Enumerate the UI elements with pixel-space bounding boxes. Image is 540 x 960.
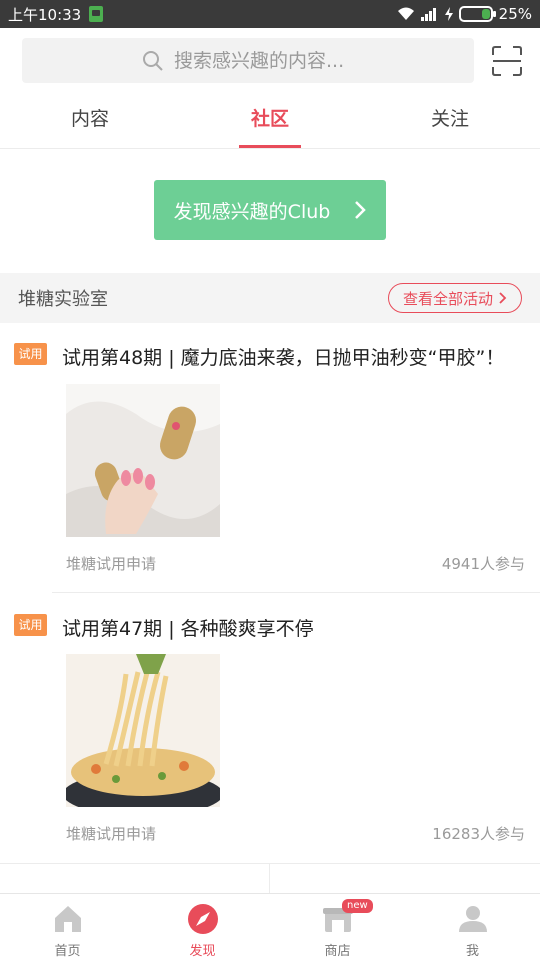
battery-icon bbox=[458, 6, 496, 22]
trial-badge: 试用 bbox=[14, 343, 47, 365]
compass-icon bbox=[187, 904, 218, 934]
search-header bbox=[0, 28, 540, 94]
battery-percent: 25% bbox=[498, 5, 532, 23]
status-time: 上午10:33 bbox=[8, 5, 82, 24]
trial-source: 堆糖试用申请 bbox=[66, 555, 157, 573]
bottom-nav: 首页 发现 new 商店 我 bbox=[0, 893, 540, 960]
wifi-icon bbox=[397, 7, 414, 20]
trial-thumbnail bbox=[66, 384, 220, 537]
divider bbox=[0, 863, 540, 864]
chevron-right-icon bbox=[355, 201, 367, 219]
search-icon bbox=[143, 50, 163, 71]
nav-discover[interactable]: 发现 bbox=[135, 894, 270, 960]
trial-thumbnail bbox=[66, 654, 220, 807]
nav-store-label: 商店 bbox=[324, 944, 351, 959]
see-all-label: 查看全部活动 bbox=[402, 289, 493, 308]
home-icon bbox=[54, 906, 81, 932]
see-all-activities-button[interactable]: 查看全部活动 bbox=[387, 283, 522, 313]
nav-home[interactable]: 首页 bbox=[0, 894, 135, 960]
trial-meta: 堆糖试用申请 4941人参与 bbox=[66, 553, 525, 574]
nav-store[interactable]: new 商店 bbox=[270, 894, 405, 960]
tab-community[interactable]: 社区 bbox=[180, 94, 360, 148]
tab-content[interactable]: 内容 bbox=[0, 94, 180, 148]
chevron-right-icon bbox=[499, 292, 507, 304]
trial-item[interactable]: 试用 试用第47期 | 各种酸爽享不停 堆糖试用申请 16283人参与 bbox=[0, 593, 540, 863]
discover-club-label: 发现感兴趣的Club bbox=[173, 200, 331, 223]
nail-polish-image bbox=[66, 384, 220, 537]
profile-icon bbox=[458, 906, 487, 932]
top-tabs: 内容 社区 关注 bbox=[0, 94, 540, 149]
new-badge: new bbox=[342, 899, 373, 913]
search-input[interactable] bbox=[174, 49, 354, 72]
lab-title: 堆糖实验室 bbox=[18, 289, 108, 310]
trial-participants: 16283人参与 bbox=[432, 825, 525, 843]
scan-icon[interactable] bbox=[491, 45, 523, 77]
signal-icon bbox=[420, 8, 436, 21]
app-screen: 上午10:33 25% 搜索感兴趣的内容... 内容 社区 关注 发现感兴趣的C… bbox=[0, 0, 540, 960]
search-bar[interactable] bbox=[22, 38, 474, 83]
trial-participants: 4941人参与 bbox=[441, 555, 525, 573]
charging-icon bbox=[444, 7, 453, 21]
trial-badge: 试用 bbox=[14, 614, 47, 636]
trial-title: 试用第48期 | 魔力底油来袭，日抛甲油秒变“甲胶”！ bbox=[62, 347, 505, 369]
discover-club-button[interactable]: 发现感兴趣的Club bbox=[154, 180, 386, 240]
divider bbox=[269, 864, 270, 894]
tab-following[interactable]: 关注 bbox=[360, 94, 540, 148]
nav-profile[interactable]: 我 bbox=[405, 894, 540, 960]
trial-meta: 堆糖试用申请 16283人参与 bbox=[66, 823, 525, 844]
lab-section-header: 堆糖实验室 查看全部活动 bbox=[0, 273, 540, 323]
trial-title: 试用第47期 | 各种酸爽享不停 bbox=[62, 618, 314, 640]
status-bar: 上午10:33 25% bbox=[0, 0, 540, 28]
nav-home-label: 首页 bbox=[54, 944, 81, 959]
noodles-image bbox=[66, 654, 220, 807]
nav-profile-label: 我 bbox=[465, 944, 479, 959]
trial-source: 堆糖试用申请 bbox=[66, 825, 157, 843]
message-notification-icon bbox=[89, 6, 104, 22]
trial-item[interactable]: 试用 试用第48期 | 魔力底油来袭，日抛甲油秒变“甲胶”！ 堆糖试用申请 49… bbox=[0, 323, 540, 593]
nav-discover-label: 发现 bbox=[189, 944, 216, 959]
